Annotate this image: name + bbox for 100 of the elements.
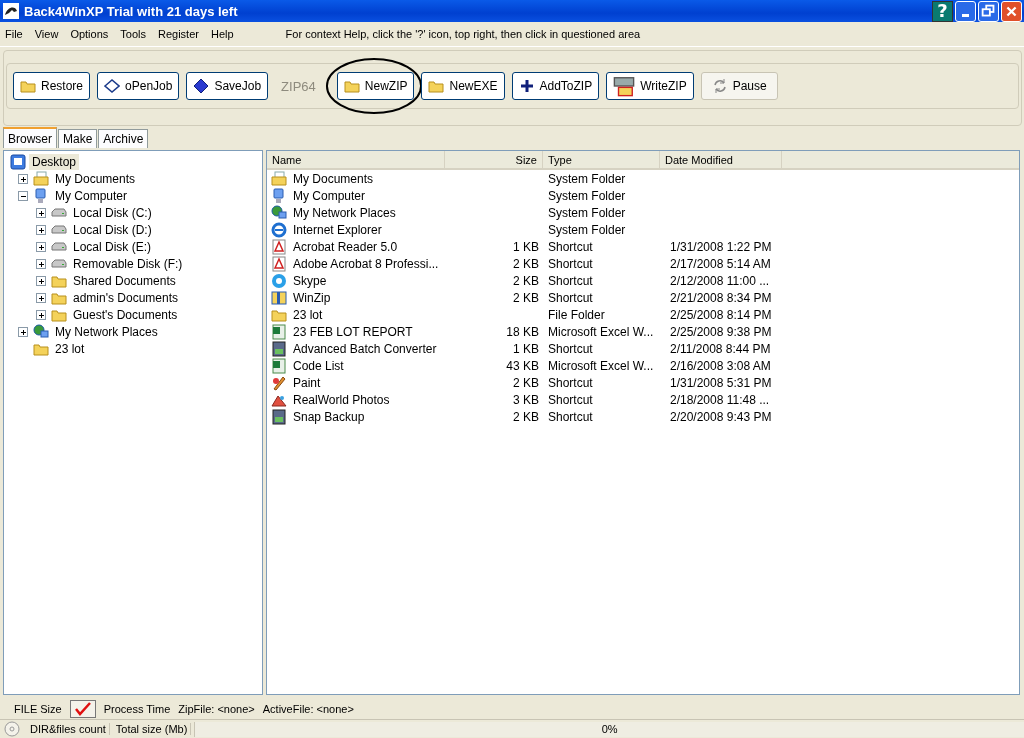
expander-toggle[interactable] bbox=[18, 326, 28, 337]
file-type: Shortcut bbox=[548, 239, 593, 254]
file-name[interactable]: My Computer bbox=[293, 188, 366, 203]
file-type: Shortcut bbox=[548, 290, 593, 305]
file-name[interactable]: RealWorld Photos bbox=[293, 392, 390, 407]
menu-item[interactable]: Register bbox=[158, 28, 199, 40]
column-header[interactable]: Type bbox=[543, 151, 660, 168]
tree-item[interactable]: My Network Places bbox=[52, 323, 161, 340]
toolbar-button[interactable]: oPenJob bbox=[97, 72, 180, 100]
application-icon bbox=[271, 340, 287, 357]
file-name[interactable]: Snap Backup bbox=[293, 409, 365, 424]
file-size: 1 KB bbox=[513, 341, 539, 356]
file-name[interactable]: Skype bbox=[293, 273, 327, 288]
paint-icon bbox=[271, 374, 287, 391]
process-time-label: Process Time bbox=[103, 703, 171, 715]
menu-item[interactable]: File bbox=[5, 28, 23, 40]
tree-item[interactable]: 23 lot bbox=[52, 340, 88, 357]
file-type: Shortcut bbox=[548, 392, 593, 407]
zip64-label: ZIP64 bbox=[281, 78, 316, 94]
file-date: 2/18/2008 11:48 ... bbox=[670, 392, 770, 407]
context-help-hint: For context Help, click the '?' icon, top right, then click in questioned area bbox=[285, 28, 641, 40]
file-name[interactable]: WinZip bbox=[293, 290, 331, 305]
total-size: Total size (Mb) bbox=[112, 723, 192, 735]
tab[interactable]: Browser bbox=[3, 127, 57, 148]
file-date: 2/12/2008 11:00 ... bbox=[670, 273, 770, 288]
file-name[interactable]: Adobe Acrobat 8 Professi... bbox=[293, 256, 439, 271]
file-name[interactable]: Code List bbox=[293, 358, 344, 373]
file-size: 2 KB bbox=[513, 256, 539, 271]
app-logo-icon bbox=[3, 3, 19, 19]
expander-toggle[interactable] bbox=[36, 292, 46, 303]
document-folder-icon bbox=[33, 170, 49, 187]
file-date: 2/20/2008 9:43 PM bbox=[670, 409, 772, 424]
expander-toggle[interactable] bbox=[36, 241, 46, 252]
file-type: Shortcut bbox=[548, 256, 593, 271]
menu-item[interactable]: View bbox=[34, 28, 59, 40]
file-type: File Folder bbox=[548, 307, 605, 322]
tree-item[interactable]: Local Disk (E:) bbox=[70, 238, 155, 255]
toolbar-button[interactable]: WriteZIP bbox=[606, 72, 694, 100]
expander-toggle[interactable] bbox=[36, 275, 46, 286]
file-type: System Folder bbox=[548, 222, 626, 237]
tree-item[interactable]: admin's Documents bbox=[70, 289, 181, 306]
file-name[interactable]: My Documents bbox=[293, 171, 374, 186]
file-size: 2 KB bbox=[513, 273, 539, 288]
toolbar-button[interactable]: NewEXE bbox=[421, 72, 505, 100]
help-button[interactable]: ? bbox=[932, 0, 953, 22]
tree-item[interactable]: Local Disk (C:) bbox=[70, 204, 155, 221]
tree-item[interactable]: My Documents bbox=[52, 170, 139, 187]
file-type: System Folder bbox=[548, 205, 626, 220]
tab[interactable]: Archive bbox=[98, 129, 149, 148]
expander-toggle[interactable] bbox=[18, 173, 28, 184]
file-type: Shortcut bbox=[548, 341, 593, 356]
file-name[interactable]: 23 lot bbox=[293, 307, 323, 322]
file-name[interactable]: Internet Explorer bbox=[293, 222, 382, 237]
column-header[interactable]: Date Modified bbox=[660, 151, 782, 168]
file-name[interactable]: Paint bbox=[293, 375, 321, 390]
menu-item[interactable]: Help bbox=[210, 28, 234, 40]
file-date: 2/21/2008 8:34 PM bbox=[670, 290, 772, 305]
column-header[interactable]: Size bbox=[445, 151, 543, 168]
file-name[interactable]: Advanced Batch Converter bbox=[293, 341, 437, 356]
tree-item[interactable]: Removable Disk (F:) bbox=[70, 255, 186, 272]
tree-item[interactable]: My Computer bbox=[52, 187, 131, 204]
plus-icon bbox=[518, 78, 535, 94]
menu-item[interactable]: Options bbox=[70, 28, 109, 40]
minimize-button[interactable] bbox=[955, 0, 976, 22]
file-type: Microsoft Excel W... bbox=[548, 324, 654, 339]
desktop-icon bbox=[10, 153, 26, 170]
tab[interactable]: Make bbox=[58, 129, 98, 148]
close-button[interactable] bbox=[1001, 0, 1022, 22]
toolbar-button[interactable]: NewZIP bbox=[336, 72, 415, 100]
spreadsheet-icon bbox=[271, 323, 287, 340]
network-icon bbox=[33, 323, 49, 340]
expander-toggle[interactable] bbox=[36, 207, 46, 218]
tree-item[interactable]: Guest's Documents bbox=[70, 306, 181, 323]
column-header[interactable]: Name bbox=[267, 151, 445, 168]
toolbar-button[interactable]: SaveJob bbox=[186, 72, 269, 100]
tree-item[interactable]: Desktop bbox=[29, 153, 80, 170]
file-date: 1/31/2008 5:31 PM bbox=[670, 375, 772, 390]
expander-toggle[interactable] bbox=[18, 190, 28, 201]
checkbox[interactable] bbox=[69, 700, 96, 718]
checkmark-icon bbox=[73, 702, 92, 716]
disc-icon bbox=[4, 721, 20, 737]
toolbar-button[interactable]: Pause bbox=[700, 72, 778, 100]
file-size: 2 KB bbox=[513, 375, 539, 390]
toolbar-button[interactable]: AddToZIP bbox=[511, 72, 600, 100]
file-date: 2/17/2008 5:14 AM bbox=[670, 256, 771, 271]
active-file-status: ActiveFile: <none> bbox=[262, 703, 354, 715]
expander-toggle[interactable] bbox=[36, 224, 46, 235]
restore-button[interactable] bbox=[978, 0, 999, 22]
file-type: Shortcut bbox=[548, 409, 593, 424]
tree-item[interactable]: Local Disk (D:) bbox=[70, 221, 155, 238]
folder-icon bbox=[428, 78, 445, 94]
expander-toggle[interactable] bbox=[36, 258, 46, 269]
tree-item[interactable]: Shared Documents bbox=[70, 272, 179, 289]
file-name[interactable]: Acrobat Reader 5.0 bbox=[293, 239, 398, 254]
toolbar-button[interactable]: Restore bbox=[13, 72, 91, 100]
file-name[interactable]: My Network Places bbox=[293, 205, 396, 220]
file-name[interactable]: 23 FEB LOT REPORT bbox=[293, 324, 413, 339]
window-title: Back4WinXP Trial with 21 days left bbox=[24, 3, 239, 19]
menu-item[interactable]: Tools bbox=[120, 28, 146, 40]
expander-toggle[interactable] bbox=[36, 309, 46, 320]
